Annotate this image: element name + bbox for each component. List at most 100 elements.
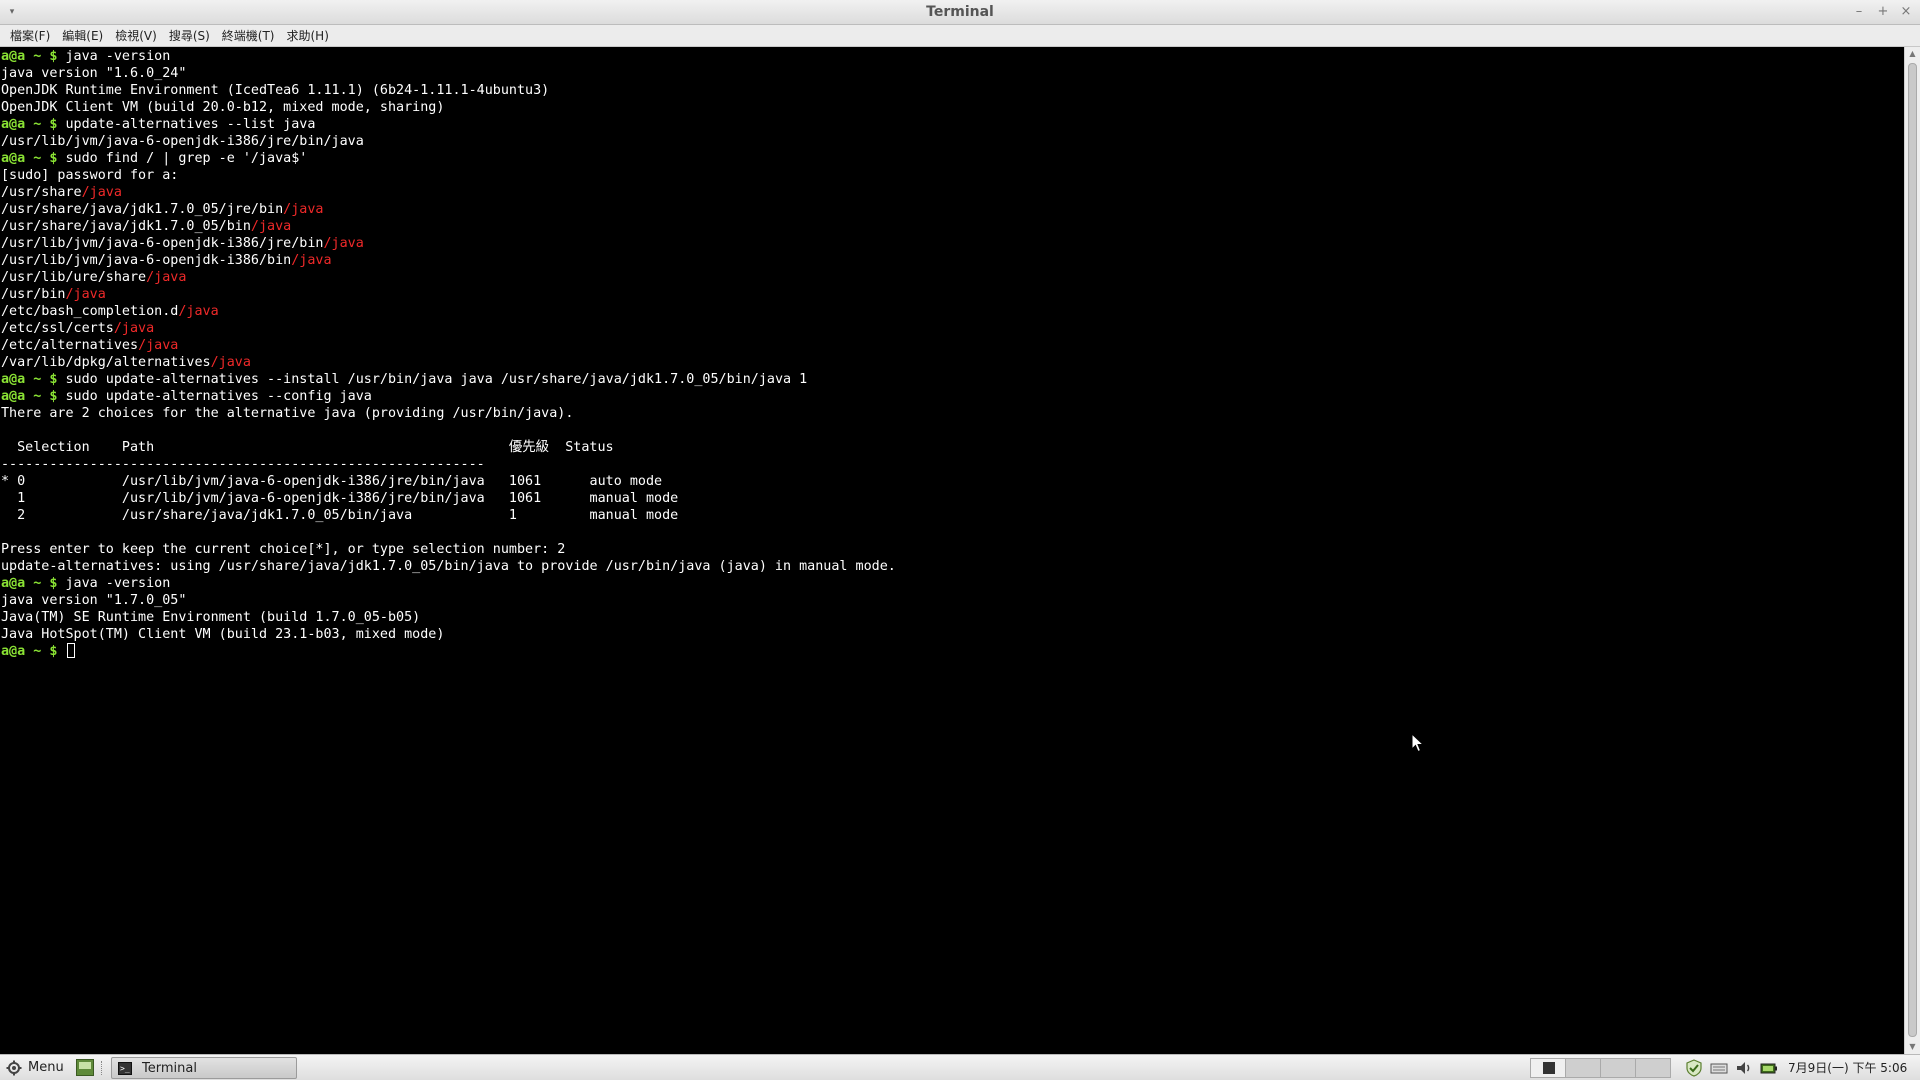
workspace-2[interactable] xyxy=(1565,1058,1601,1078)
workspace-4[interactable] xyxy=(1635,1058,1671,1078)
terminal-cursor xyxy=(66,643,75,658)
taskbar-clock[interactable]: 7月9日(一) 下午 5:06 xyxy=(1788,1055,1907,1080)
system-tray xyxy=(1684,1058,1784,1078)
window-title-bar[interactable]: ▾ Terminal – + × xyxy=(0,0,1920,25)
terminal-text-segment: /usr/bin xyxy=(1,287,66,302)
minimize-icon[interactable]: – xyxy=(1848,2,1870,22)
terminal-scrollbar[interactable]: ▲ ▼ xyxy=(1904,47,1920,1054)
terminal-line: Press enter to keep the current choice[*… xyxy=(1,541,896,558)
terminal-line: Selection Path 優先級 Status xyxy=(1,439,896,456)
window-title: Terminal xyxy=(926,4,994,20)
grep-match: /java xyxy=(250,219,292,234)
terminal-text-segment: Java HotSpot(TM) Client VM (build 23.1-b… xyxy=(1,627,445,642)
terminal-line: Java(TM) SE Runtime Environment (build 1… xyxy=(1,609,896,626)
terminal-line: /usr/bin/java xyxy=(1,286,896,303)
grep-match: /java xyxy=(210,355,251,370)
terminal-text-segment: sudo update-alternatives --install /usr/… xyxy=(65,372,808,387)
terminal-line: update-alternatives: using /usr/share/ja… xyxy=(1,558,896,575)
mouse-pointer-icon xyxy=(1411,733,1425,753)
battery-icon[interactable] xyxy=(1759,1058,1779,1078)
terminal-line: a@a ~ $ sudo find / | grep -e '/java$' xyxy=(1,150,896,167)
shell-prompt: a@a ~ $ xyxy=(1,644,66,659)
grep-match: /java xyxy=(146,270,187,285)
terminal-line: a@a ~ $ sudo update-alternatives --confi… xyxy=(1,388,896,405)
gear-icon xyxy=(6,1060,22,1076)
terminal-text-segment: /var/lib/dpkg/alternatives xyxy=(1,355,211,370)
start-menu-label: Menu xyxy=(28,1060,64,1075)
taskbar-item-terminal[interactable]: >_ Terminal xyxy=(111,1057,297,1079)
terminal-text-segment: * 0 /usr/lib/jvm/java-6-openjdk-i386/jre… xyxy=(1,474,663,489)
terminal-text-segment: /usr/share xyxy=(1,185,82,200)
terminal-line: OpenJDK Client VM (build 20.0-b12, mixed… xyxy=(1,99,896,116)
terminal-text-segment: java -version xyxy=(65,49,171,64)
menu-view[interactable]: 檢視(V) xyxy=(109,25,163,47)
update-shield-icon[interactable] xyxy=(1684,1058,1704,1078)
close-icon[interactable]: × xyxy=(1895,2,1917,22)
terminal-text-segment: sudo find / | grep -e '/java$' xyxy=(65,151,308,166)
terminal-text-segment: /usr/lib/jvm/java-6-openjdk-i386/jre/bin xyxy=(1,236,324,251)
terminal-text-segment: ----------------------------------------… xyxy=(1,457,485,472)
terminal-line: /etc/bash_completion.d/java xyxy=(1,303,896,320)
terminal-output[interactable]: a@a ~ $ java -version java version "1.6.0… xyxy=(0,47,1904,1054)
terminal-text-segment: 2 /usr/share/java/jdk1.7.0_05/bin/java 1… xyxy=(1,508,679,523)
terminal-line: * 0 /usr/lib/jvm/java-6-openjdk-i386/jre… xyxy=(1,473,896,490)
terminal-line: 1 /usr/lib/jvm/java-6-openjdk-i386/jre/b… xyxy=(1,490,896,507)
workspace-3[interactable] xyxy=(1600,1058,1636,1078)
grep-match: /java xyxy=(81,185,122,200)
terminal-line: /var/lib/dpkg/alternatives/java xyxy=(1,354,896,371)
workspace-1[interactable] xyxy=(1530,1058,1566,1078)
maximize-icon[interactable]: + xyxy=(1872,2,1894,22)
terminal-line: /usr/share/java/jdk1.7.0_05/bin/java xyxy=(1,218,896,235)
grep-match: /java xyxy=(138,338,179,353)
grep-match: /java xyxy=(65,287,106,302)
volume-icon[interactable] xyxy=(1734,1058,1754,1078)
terminal-text-segment: OpenJDK Client VM (build 20.0-b12, mixed… xyxy=(1,100,445,115)
terminal-text-segment: java version "1.7.0_05" xyxy=(1,593,187,608)
terminal-line: java version "1.7.0_05" xyxy=(1,592,896,609)
scroll-up-icon[interactable]: ▲ xyxy=(1905,47,1920,61)
terminal-text-segment: update-alternatives --list java xyxy=(65,117,316,132)
terminal-line: /usr/share/java xyxy=(1,184,896,201)
grep-match: /java xyxy=(178,304,219,319)
terminal-text-segment: update-alternatives: using /usr/share/ja… xyxy=(1,559,896,574)
shell-prompt: a@a ~ $ xyxy=(1,117,66,132)
shell-prompt: a@a ~ $ xyxy=(1,389,66,404)
terminal-line: [sudo] password for a: xyxy=(1,167,896,184)
show-desktop-icon[interactable] xyxy=(76,1059,94,1076)
terminal-text-segment: There are 2 choices for the alternative … xyxy=(1,406,574,421)
terminal-line: /usr/share/java/jdk1.7.0_05/jre/bin/java xyxy=(1,201,896,218)
terminal-line: /usr/lib/jvm/java-6-openjdk-i386/bin/jav… xyxy=(1,252,896,269)
terminal-line: Java HotSpot(TM) Client VM (build 23.1-b… xyxy=(1,626,896,643)
terminal-text-segment: Java(TM) SE Runtime Environment (build 1… xyxy=(1,610,421,625)
terminal-text-segment: /etc/ssl/certs xyxy=(1,321,114,336)
workspace-switcher[interactable] xyxy=(1530,1058,1671,1078)
terminal-line: /usr/lib/jvm/java-6-openjdk-i386/jre/bin… xyxy=(1,133,896,150)
taskbar: Menu >_ Terminal 7月9日(一) 下午 5:06 xyxy=(0,1054,1920,1080)
terminal-line: a@a ~ $ java -version xyxy=(1,48,896,65)
terminal-line: /etc/alternatives/java xyxy=(1,337,896,354)
scrollbar-thumb[interactable] xyxy=(1908,63,1917,1037)
menu-search[interactable]: 搜尋(S) xyxy=(163,25,216,47)
scroll-down-icon[interactable]: ▼ xyxy=(1905,1040,1920,1054)
terminal-text-segment: /usr/share/java/jdk1.7.0_05/bin xyxy=(1,219,251,234)
taskbar-separator xyxy=(101,1061,103,1075)
terminal-text-segment: /etc/bash_completion.d xyxy=(1,304,179,319)
terminal-line: ----------------------------------------… xyxy=(1,456,896,473)
shell-prompt: a@a ~ $ xyxy=(1,576,66,591)
menu-terminal[interactable]: 終端機(T) xyxy=(216,25,281,47)
terminal-line: java version "1.6.0_24" xyxy=(1,65,896,82)
terminal-line: /usr/lib/jvm/java-6-openjdk-i386/jre/bin… xyxy=(1,235,896,252)
terminal-text-segment: /usr/lib/jvm/java-6-openjdk-i386/bin xyxy=(1,253,292,268)
start-menu-button[interactable]: Menu xyxy=(6,1058,64,1078)
shell-prompt: a@a ~ $ xyxy=(1,49,66,64)
menu-file[interactable]: 檔案(F) xyxy=(4,25,56,47)
terminal-text-segment: java -version xyxy=(65,576,171,591)
shell-prompt: a@a ~ $ xyxy=(1,151,66,166)
grep-match: /java xyxy=(323,236,364,251)
menu-edit[interactable]: 編輯(E) xyxy=(56,25,109,47)
menu-help[interactable]: 求助(H) xyxy=(281,25,335,47)
terminal-text-segment: [sudo] password for a: xyxy=(1,168,179,183)
terminal-text-segment: Press enter to keep the current choice[*… xyxy=(1,542,566,557)
keyboard-icon[interactable] xyxy=(1709,1058,1729,1078)
